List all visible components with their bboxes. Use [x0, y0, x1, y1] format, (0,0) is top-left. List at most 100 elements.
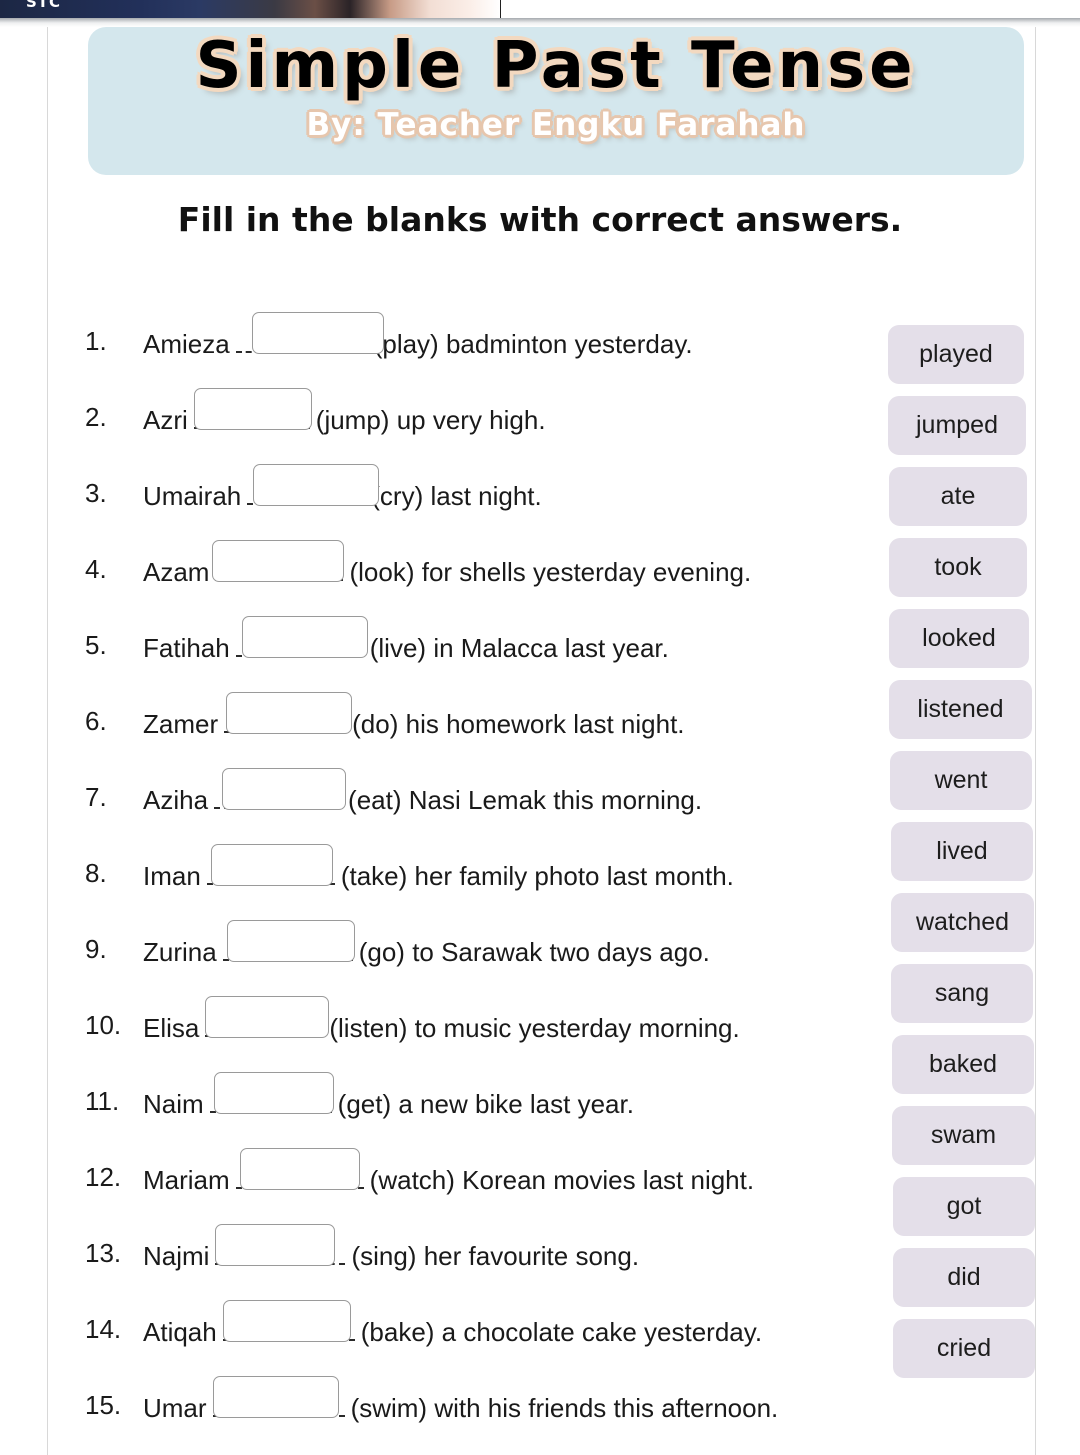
question-number: 4. — [85, 554, 107, 584]
question-sentence: Iman (take) her family photo last month. — [143, 844, 734, 891]
question-number: 13. — [85, 1238, 122, 1268]
verb-hint: (do) — [352, 709, 399, 739]
word-bank-chip[interactable]: went — [890, 751, 1032, 810]
answer-input[interactable] — [241, 616, 368, 658]
word-bank-chip[interactable]: sang — [891, 964, 1033, 1023]
answer-blank — [235, 1148, 364, 1193]
sentence-remainder: her favourite song. — [423, 1241, 640, 1271]
word-bank-chip[interactable]: listened — [889, 680, 1032, 739]
answer-input[interactable] — [193, 388, 312, 430]
question-row: 4. Azam (look) for shells yesterday evenin… — [85, 517, 875, 593]
subject-name: Amieza — [143, 329, 230, 359]
question-sentence: Umar (swim) with his friends this afterno… — [143, 1376, 779, 1423]
answer-input[interactable] — [226, 920, 355, 962]
word-bank-chip[interactable]: jumped — [888, 396, 1026, 455]
question-sentence: Azri (jump) up very high. — [143, 388, 546, 435]
answer-input[interactable] — [226, 692, 353, 734]
question-number: 11. — [85, 1086, 120, 1116]
question-number: 7. — [85, 782, 107, 812]
word-bank-chip[interactable]: took — [889, 538, 1027, 597]
word-bank-chip[interactable]: swam — [892, 1106, 1035, 1165]
answer-blank — [205, 996, 330, 1041]
answer-blank — [212, 1376, 345, 1421]
answer-input[interactable] — [253, 464, 380, 506]
left-margin-rule — [47, 27, 48, 1455]
answer-input[interactable] — [213, 1072, 334, 1114]
word-bank-chip[interactable]: played — [888, 325, 1024, 384]
answer-input[interactable] — [212, 1376, 339, 1418]
sentence-remainder: Korean movies last night. — [462, 1165, 755, 1195]
question-row: 13. Najmi (sing) her favourite song. — [85, 1201, 875, 1277]
question-sentence: Najmi (sing) her favourite song. — [143, 1224, 640, 1271]
right-margin-rule — [1035, 27, 1036, 1455]
question-sentence: Azam (look) for shells yesterday evening. — [143, 540, 752, 587]
question-number: 2. — [85, 402, 107, 432]
sentence-remainder: her family photo last month. — [414, 861, 734, 891]
question-row: 3. Umairah (cry) last night. — [85, 441, 875, 517]
sentence-remainder: for shells yesterday evening. — [421, 557, 752, 587]
question-sentence: Atiqah (bake) a chocolate cake yesterday. — [143, 1300, 762, 1347]
answer-input[interactable] — [251, 312, 384, 354]
answer-input[interactable] — [239, 1148, 360, 1190]
word-bank-chip[interactable]: got — [893, 1177, 1035, 1236]
verb-hint: (swim) — [350, 1393, 428, 1423]
word-bank-chip[interactable]: looked — [889, 609, 1029, 668]
answer-input[interactable] — [205, 996, 330, 1038]
question-row: 14. Atiqah (bake) a chocolate cake yesterd… — [85, 1277, 875, 1353]
word-bank-chip[interactable]: baked — [892, 1035, 1034, 1094]
question-row: 7. Aziha (eat) Nasi Lemak this morning. — [85, 745, 875, 821]
answer-input[interactable] — [212, 540, 345, 582]
question-row: 15. Umar (swim) with his friends this afte… — [85, 1353, 875, 1429]
subject-name: Zurina — [143, 937, 217, 967]
question-sentence: Amieza (play) badminton yesterday. — [143, 312, 693, 359]
question-row: 12. Mariam (watch) Korean movies last nigh… — [85, 1125, 875, 1201]
answer-input[interactable] — [222, 768, 347, 810]
subject-name: Azri — [143, 405, 188, 435]
question-row: 2. Azri (jump) up very high. — [85, 365, 875, 441]
sentence-remainder: Nasi Lemak this morning. — [408, 785, 703, 815]
question-number: 9. — [85, 934, 107, 964]
subject-name: Aziha — [143, 785, 209, 815]
word-bank-chip[interactable]: did — [893, 1248, 1035, 1307]
question-sentence: Zamer (do) his homework last night. — [143, 692, 685, 739]
question-sentence: Naim (get) a new bike last year. — [143, 1072, 634, 1119]
verb-hint: (eat) — [348, 785, 402, 815]
word-bank-chip[interactable]: cried — [893, 1319, 1035, 1378]
word-bank-chip[interactable]: watched — [891, 893, 1034, 952]
answer-blank — [235, 616, 368, 661]
page-top-shadow — [0, 18, 1080, 27]
word-bank-chip[interactable]: lived — [891, 822, 1033, 881]
subject-name: Zamer — [143, 709, 219, 739]
question-number: 15. — [85, 1390, 122, 1420]
question-row: 6. Zamer (do) his homework last night. — [85, 669, 875, 745]
subject-name: Umar — [143, 1393, 207, 1423]
verb-hint: (sing) — [351, 1241, 417, 1271]
answer-input[interactable] — [222, 1300, 351, 1342]
sentence-remainder: his homework last night. — [405, 709, 685, 739]
worksheet-page: Simple Past Tense By: Teacher Engku Fara… — [0, 27, 1080, 1455]
verb-hint: (go) — [358, 937, 405, 967]
subject-name: Umairah — [143, 481, 242, 511]
question-sentence: Zurina (go) to Sarawak two days ago. — [143, 920, 710, 967]
answer-blank — [214, 768, 347, 813]
answer-blank — [222, 920, 355, 965]
question-row: 1. Amieza (play) badminton yesterday. — [85, 289, 875, 365]
question-list: 1. Amieza (play) badminton yesterday. 2. Azr… — [85, 289, 875, 1429]
answer-blank — [235, 312, 384, 357]
sentence-remainder: with his friends this afternoon. — [434, 1393, 779, 1423]
page-title: Simple Past Tense — [195, 29, 917, 103]
photo-divider — [500, 0, 501, 18]
question-number: 6. — [85, 706, 107, 736]
answer-input[interactable] — [215, 1224, 336, 1266]
word-bank: played jumped ate took looked listened went liv… — [880, 325, 1035, 1390]
verb-hint: (take) — [340, 861, 408, 891]
answer-input[interactable] — [210, 844, 333, 886]
word-bank-chip[interactable]: ate — [889, 467, 1027, 526]
sentence-remainder: to Sarawak two days ago. — [412, 937, 710, 967]
sentence-remainder: last night. — [430, 481, 542, 511]
subject-name: Naim — [143, 1089, 204, 1119]
subject-name: Elisa — [143, 1013, 200, 1043]
verb-hint: (bake) — [360, 1317, 435, 1347]
question-row: 11. Naim (get) a new bike last year. — [85, 1049, 875, 1125]
title-banner: Simple Past Tense By: Teacher Engku Fara… — [88, 27, 1024, 175]
